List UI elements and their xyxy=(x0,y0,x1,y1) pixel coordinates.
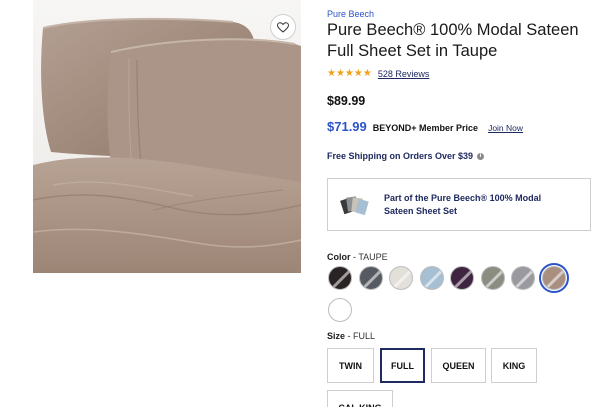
swatch-sheen xyxy=(481,267,504,289)
size-button-queen[interactable]: QUEEN xyxy=(431,348,486,383)
favorite-button[interactable] xyxy=(270,14,296,40)
product-title: Pure Beech® 100% Modal Sateen Full Sheet… xyxy=(327,21,579,60)
product-image[interactable] xyxy=(33,0,301,273)
swatch-taupe[interactable] xyxy=(541,266,566,290)
shipping-text: Free Shipping on Orders Over $39 xyxy=(327,151,474,161)
swatch-white[interactable] xyxy=(328,298,352,322)
swatch-light-blue[interactable] xyxy=(419,266,444,290)
size-separator: - xyxy=(345,331,354,341)
join-now-link[interactable]: Join Now xyxy=(488,123,523,133)
product-page: Pure Beech Pure Beech® 100% Modal Sateen… xyxy=(0,0,600,407)
swatch-plum[interactable] xyxy=(450,266,474,290)
brand-link[interactable]: Pure Beech xyxy=(327,9,374,19)
size-button-king[interactable]: KING xyxy=(491,348,537,383)
swatch-sheen xyxy=(512,267,534,289)
swatch-sheen xyxy=(359,267,382,289)
size-option-label: Size - FULL xyxy=(327,331,375,341)
size-button-full[interactable]: FULL xyxy=(380,348,425,383)
size-button-twin[interactable]: TWIN xyxy=(327,348,374,383)
sheet-set-thumbnail-icon xyxy=(340,195,369,215)
sheet-set-photo xyxy=(33,0,301,273)
sheet-set-card[interactable]: Part of the Pure Beech® 100% Modal Satee… xyxy=(327,178,591,231)
rating-stars: ★★★★★ xyxy=(327,68,372,79)
swatch-charcoal[interactable] xyxy=(358,266,383,290)
size-value: FULL xyxy=(353,331,376,341)
swatch-sheen xyxy=(329,267,351,289)
sheet-set-text: Part of the Pure Beech® 100% Modal Satee… xyxy=(384,192,542,216)
regular-price: $89.99 xyxy=(327,94,366,108)
member-price-label: BEYOND+ Member Price xyxy=(372,123,479,133)
color-key: Color xyxy=(327,252,351,262)
size-button-cal-king[interactable]: CAL KING xyxy=(327,390,393,407)
swatch-sheen xyxy=(451,267,473,289)
swatch-sheen xyxy=(390,267,412,289)
member-price-row: $71.99 BEYOND+ Member Price Join Now xyxy=(327,119,523,134)
rating-summary[interactable]: ★★★★★ 528 Reviews xyxy=(327,68,429,79)
swatch-sheen xyxy=(420,267,443,289)
shipping-info: Free Shipping on Orders Over $39 i xyxy=(327,151,485,161)
member-price: $71.99 xyxy=(327,119,367,134)
color-option-label: Color - TAUPE xyxy=(327,252,388,262)
size-key: Size xyxy=(327,331,346,341)
swatch-sheen xyxy=(542,267,565,289)
info-icon[interactable]: i xyxy=(477,152,485,160)
color-value: TAUPE xyxy=(358,252,388,262)
reviews-link[interactable]: 528 Reviews xyxy=(378,69,430,79)
swatch-sage[interactable] xyxy=(480,266,505,290)
swatch-grey[interactable] xyxy=(511,266,535,290)
swatch-white-sand[interactable] xyxy=(389,266,413,290)
swatch-black[interactable] xyxy=(328,266,352,290)
swatch-sheen xyxy=(329,299,351,321)
heart-icon xyxy=(277,21,289,33)
